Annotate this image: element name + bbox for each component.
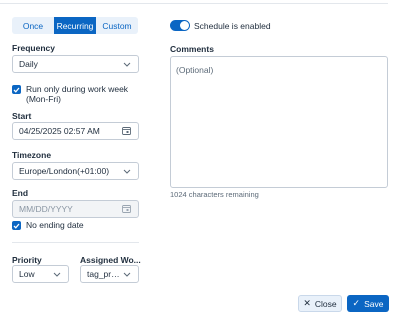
workweek-label-line2: (Mon-Fri) xyxy=(26,94,61,104)
priority-value: Low xyxy=(19,269,35,279)
toggle-knob xyxy=(180,21,189,30)
close-button-label: Close xyxy=(314,298,337,309)
close-button[interactable]: ✕ Close xyxy=(298,295,342,312)
timezone-label: Timezone xyxy=(12,150,52,160)
checkbox-checked-icon xyxy=(12,85,21,94)
close-icon: ✕ xyxy=(303,298,311,308)
once-option[interactable]: Once xyxy=(12,17,54,34)
recurring-option[interactable]: Recurring xyxy=(54,17,96,34)
timezone-value: Europe/London(+01:00) xyxy=(19,166,110,176)
chevron-down-icon xyxy=(122,269,132,279)
calendar-icon[interactable] xyxy=(122,126,132,136)
save-button-label: Save xyxy=(364,298,384,309)
checkbox-checked-icon xyxy=(12,221,21,230)
end-date-input[interactable]: MM/DD/YYYY xyxy=(12,200,139,218)
frequency-select[interactable]: Daily xyxy=(12,55,139,73)
priority-select[interactable]: Low xyxy=(12,265,69,283)
characters-remaining: 1024 characters remaining xyxy=(170,190,259,199)
no-end-date-label: No ending date xyxy=(26,220,84,230)
workweek-label: Run only during work week (Mon-Fri) xyxy=(26,84,128,104)
no-end-date-checkbox[interactable]: No ending date xyxy=(12,220,84,230)
section-divider xyxy=(12,242,139,243)
comments-label: Comments xyxy=(170,44,214,54)
comments-textarea[interactable]: (Optional) xyxy=(170,56,388,188)
chevron-down-icon xyxy=(52,269,62,279)
chevron-down-icon xyxy=(122,166,132,176)
workweek-label-line1: Run only during work week xyxy=(26,84,129,94)
top-divider xyxy=(0,3,388,4)
priority-label: Priority xyxy=(12,255,42,265)
assigned-value: tag_prd... xyxy=(87,269,122,279)
end-label: End xyxy=(12,188,29,198)
schedule-enabled-label: Schedule is enabled xyxy=(194,21,271,31)
calendar-icon[interactable] xyxy=(122,204,132,214)
assigned-label: Assigned Wo... xyxy=(80,255,141,265)
check-icon: ✓ xyxy=(352,298,361,308)
frequency-label: Frequency xyxy=(12,43,55,53)
save-button[interactable]: ✓ Save xyxy=(347,295,389,312)
comments-placeholder: (Optional) xyxy=(176,65,214,75)
assigned-select[interactable]: tag_prd... xyxy=(80,265,139,283)
start-datetime-input[interactable]: 04/25/2025 02:57 AM xyxy=(12,122,139,140)
start-value: 04/25/2025 02:57 AM xyxy=(19,126,100,136)
schedule-enabled-toggle[interactable] xyxy=(170,20,190,31)
start-label: Start xyxy=(12,111,32,121)
chevron-down-icon xyxy=(122,59,132,69)
schedule-type-selector: Once Recurring Custom xyxy=(12,17,138,34)
custom-option[interactable]: Custom xyxy=(96,17,138,34)
timezone-select[interactable]: Europe/London(+01:00) xyxy=(12,162,139,180)
frequency-value: Daily xyxy=(19,59,38,69)
end-placeholder: MM/DD/YYYY xyxy=(19,204,73,214)
workweek-checkbox[interactable]: Run only during work week (Mon-Fri) xyxy=(12,84,128,104)
